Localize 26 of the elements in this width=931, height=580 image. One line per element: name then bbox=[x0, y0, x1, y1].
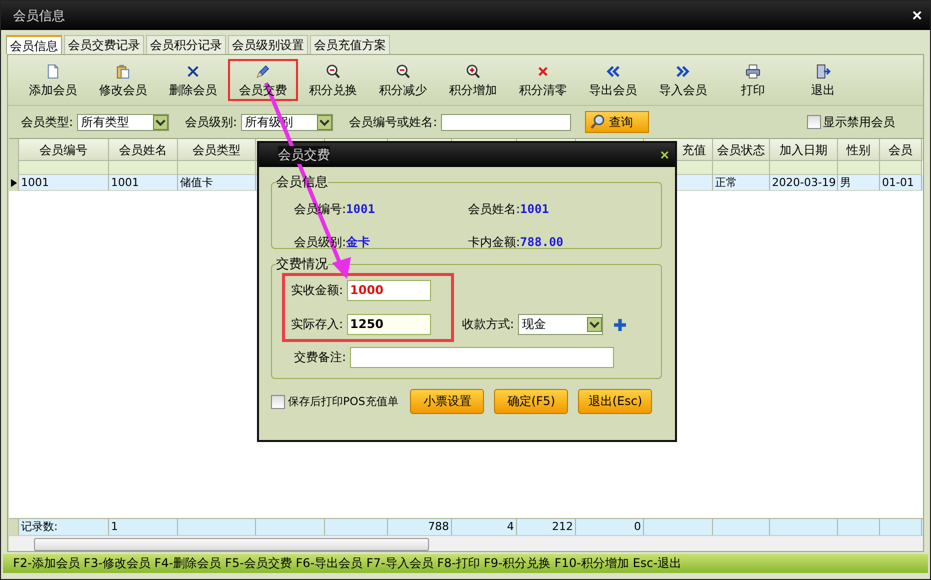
table-cell: 2020-03-19 bbox=[770, 175, 838, 191]
table-cell: 正常 bbox=[713, 175, 770, 191]
dialog-title: 会员交费 bbox=[278, 146, 330, 164]
field-label: 收款方式: bbox=[462, 316, 514, 333]
window-title: 会员信息 bbox=[13, 8, 65, 24]
checkbox-label: 显示禁用会员 bbox=[823, 114, 895, 130]
field-label: 卡内金额: bbox=[468, 235, 520, 249]
shortcut-hints: F2-添加会员 F3-修改会员 F4-删除会员 F5-会员交费 F6-导出会员 F7-导入会员 F8-打印 F9-积分兑换 F10-积分增加 Esc-退出 bbox=[13, 555, 682, 572]
table-cell: 男 bbox=[838, 175, 880, 191]
filter-label: 会员类型: bbox=[21, 114, 74, 130]
field-value: 1001 bbox=[520, 202, 549, 216]
table-cell: 储值卡 bbox=[178, 175, 256, 191]
field-value: 788.00 bbox=[520, 235, 564, 249]
field-label: 会员姓名: bbox=[468, 202, 520, 216]
field-value: 1001 bbox=[346, 202, 375, 216]
group-title: 交费情况 bbox=[276, 256, 328, 273]
table-cell: 1001 bbox=[109, 175, 178, 191]
field-value: 金卡 bbox=[346, 235, 370, 249]
field-label: 实际存入: bbox=[291, 316, 344, 333]
field-label: 交费备注: bbox=[294, 349, 346, 366]
filter-label: 会员编号或姓名: bbox=[349, 114, 438, 130]
table-cell: 01-01 bbox=[880, 175, 922, 191]
field-label: 实收金额: bbox=[291, 282, 344, 299]
table-cell: 1001 bbox=[19, 175, 109, 191]
filter-label: 会员级别: bbox=[185, 114, 238, 130]
checkbox-label: 保存后打印POS充值单 bbox=[288, 394, 398, 409]
